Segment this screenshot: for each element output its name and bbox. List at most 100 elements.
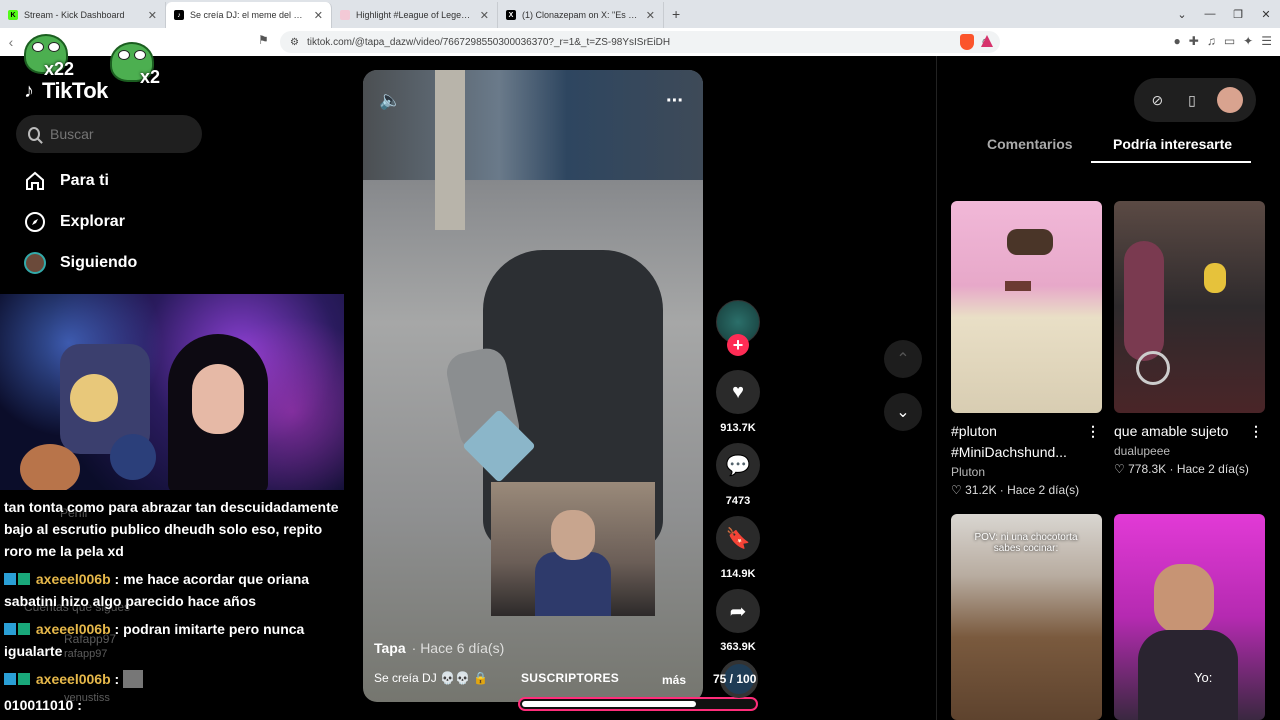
- back-icon[interactable]: ‹: [0, 34, 22, 50]
- extensions-toolbar: ● ✚ ♫ ▭ ✦ ☰: [1174, 34, 1272, 48]
- meme-inset: [491, 482, 655, 616]
- bookmark-icon[interactable]: ⚑: [258, 33, 269, 47]
- video-author[interactable]: Tapa · Hace 6 día(s): [374, 640, 504, 656]
- home-icon: [24, 170, 46, 192]
- more-link[interactable]: más: [662, 673, 686, 687]
- close-window-button[interactable]: ✕: [1252, 8, 1280, 21]
- phone-icon[interactable]: ▯: [1182, 92, 1202, 109]
- video-thumbnail[interactable]: POV: ni una chocotorta sabes cocinar:: [951, 514, 1102, 720]
- sparkle-icon[interactable]: ✦: [1243, 34, 1253, 48]
- sidebar-icon[interactable]: ▭: [1224, 34, 1235, 48]
- volume-icon[interactable]: 🔈: [379, 90, 401, 111]
- more-options-icon[interactable]: ···: [666, 90, 684, 113]
- next-video-button[interactable]: ⌄: [884, 393, 922, 431]
- nav-label: Para ti: [60, 172, 109, 189]
- video-thumbnail[interactable]: Yo:: [1114, 514, 1265, 720]
- profile-avatar[interactable]: [1216, 87, 1243, 113]
- card-author[interactable]: Pluton: [951, 465, 1102, 479]
- heart-outline-icon: ♡: [951, 483, 962, 497]
- card-menu-icon[interactable]: ⋮: [1086, 423, 1100, 440]
- video-player[interactable]: 🔈 ··· Tapa · Hace 6 día(s) Se creía DJ 💀💀…: [363, 70, 703, 702]
- new-tab-button[interactable]: +: [672, 6, 680, 22]
- nav-item-para-ti[interactable]: Para ti: [24, 170, 109, 192]
- close-icon[interactable]: ✕: [480, 9, 489, 22]
- brave-shield-icon[interactable]: [960, 34, 974, 50]
- brave-rewards-icon[interactable]: [981, 35, 993, 47]
- nav-item-explorar[interactable]: Explorar: [24, 211, 125, 233]
- card-title: que amable sujeto: [1114, 423, 1229, 439]
- search-input[interactable]: [50, 126, 190, 142]
- browser-tab-x[interactable]: X (1) Clonazepam on X: "Es brutal la di …: [498, 2, 664, 28]
- chat-username[interactable]: axeeel006b: [36, 621, 111, 637]
- badge-icon: [4, 623, 16, 635]
- save-count: 114.9K: [720, 568, 756, 580]
- tab-podria-interesarte[interactable]: Podría interesarte: [1113, 136, 1232, 152]
- close-icon[interactable]: ✕: [314, 9, 323, 22]
- avatar: [24, 252, 46, 274]
- chat-username[interactable]: axeeel006b: [36, 671, 111, 687]
- puzzle-icon[interactable]: ✚: [1189, 34, 1199, 48]
- tiktok-logo[interactable]: ♪ TikTok: [24, 78, 108, 104]
- compass-icon: [24, 211, 46, 233]
- subscribers-label: SUSCRIPTORES: [521, 671, 620, 685]
- browser-tab-kick[interactable]: K Stream - Kick Dashboard ✕: [0, 2, 166, 28]
- tab-comentarios[interactable]: Comentarios: [987, 136, 1073, 152]
- url-field[interactable]: ⚙ tiktok.com/@tapa_dazw/video/7667298550…: [280, 31, 1000, 53]
- nav-item-siguiendo[interactable]: Siguiendo: [24, 252, 137, 274]
- address-bar: ‹ ⚑ ⚙ tiktok.com/@tapa_dazw/video/766729…: [0, 28, 1280, 56]
- tab-title: Se creía DJ: el meme del DJ h: [190, 10, 308, 20]
- suggested-video-card[interactable]: Yo:: [1114, 514, 1265, 720]
- subscriber-goal-count: 75 / 100: [713, 672, 757, 686]
- suggested-video-card[interactable]: POV: ni una chocotorta sabes cocinar:: [951, 514, 1102, 720]
- subscriber-goal-bar: [518, 697, 758, 711]
- chat-username[interactable]: axeeel006b: [36, 571, 111, 587]
- save-button[interactable]: 🔖 114.9K: [716, 516, 760, 580]
- menu-icon[interactable]: ☰: [1261, 34, 1272, 48]
- suggested-video-card[interactable]: ⋮ #pluton #MiniDachshund... Pluton ♡ 31.…: [951, 201, 1102, 497]
- chat-message: tan tonta como para abrazar tan descuida…: [4, 499, 339, 559]
- compass-icon[interactable]: ⊘: [1147, 92, 1167, 109]
- emote-multiplier: x22: [43, 59, 74, 79]
- stream-chat: Perfil Cuentas que sigues Rafapp97 rafap…: [0, 496, 352, 720]
- card-title: #pluton #MiniDachshund...: [951, 423, 1067, 460]
- search-icon: [28, 127, 40, 141]
- card-menu-icon[interactable]: ⋮: [1249, 423, 1263, 440]
- video-thumbnail[interactable]: [1114, 201, 1265, 413]
- window-controls: ⌄ — ❐ ✕: [1168, 0, 1280, 28]
- browser-tab-tiktok[interactable]: ♪ Se creía DJ: el meme del DJ h ✕: [166, 2, 332, 28]
- suggested-video-card[interactable]: ⋮ que amable sujeto dualupeee ♡ 778.3K ·…: [1114, 201, 1265, 476]
- browser-tab-highlight[interactable]: Highlight #League of Legends | Capt ✕: [332, 2, 498, 28]
- media-icon[interactable]: ♫: [1207, 34, 1216, 48]
- maximize-button[interactable]: ❐: [1224, 8, 1252, 21]
- site-info-icon[interactable]: ⚙: [290, 37, 299, 48]
- streamer-webcam: [0, 294, 344, 490]
- heart-icon: ♥: [716, 370, 760, 414]
- tab-search-button[interactable]: ⌄: [1168, 8, 1196, 21]
- nav-label: Siguiendo: [60, 254, 138, 271]
- heart-outline-icon: ♡: [1114, 462, 1125, 476]
- close-icon[interactable]: ✕: [646, 9, 655, 22]
- video-description: Se creía DJ 💀💀 🔒: [374, 671, 489, 685]
- video-thumbnail[interactable]: [951, 201, 1102, 413]
- follow-button[interactable]: +: [727, 334, 749, 356]
- active-tab-underline: [1091, 161, 1251, 163]
- highlight-favicon-icon: [340, 10, 350, 20]
- badge-icon: [4, 673, 16, 685]
- close-icon[interactable]: ✕: [148, 9, 157, 22]
- emote-icon: [123, 670, 144, 688]
- share-count: 363.9K: [720, 641, 756, 653]
- share-button[interactable]: ➦ 363.9K: [716, 589, 760, 653]
- comment-button[interactable]: 💬 7473: [716, 443, 760, 507]
- pepe-emote-icon: x22: [24, 34, 74, 79]
- chat-username[interactable]: 010011010: [4, 697, 73, 713]
- chevron-down-icon: ⌄: [896, 404, 910, 421]
- like-button[interactable]: ♥ 913.7K: [716, 370, 760, 434]
- card-author[interactable]: dualupeee: [1114, 444, 1265, 458]
- minimize-button[interactable]: —: [1196, 8, 1224, 20]
- extension-icon[interactable]: ●: [1174, 34, 1181, 48]
- badge-icon: [4, 573, 16, 585]
- search-box[interactable]: [16, 115, 202, 153]
- badge-icon: [18, 673, 30, 685]
- previous-video-button[interactable]: ⌃: [884, 340, 922, 378]
- tab-title: Stream - Kick Dashboard: [24, 10, 125, 20]
